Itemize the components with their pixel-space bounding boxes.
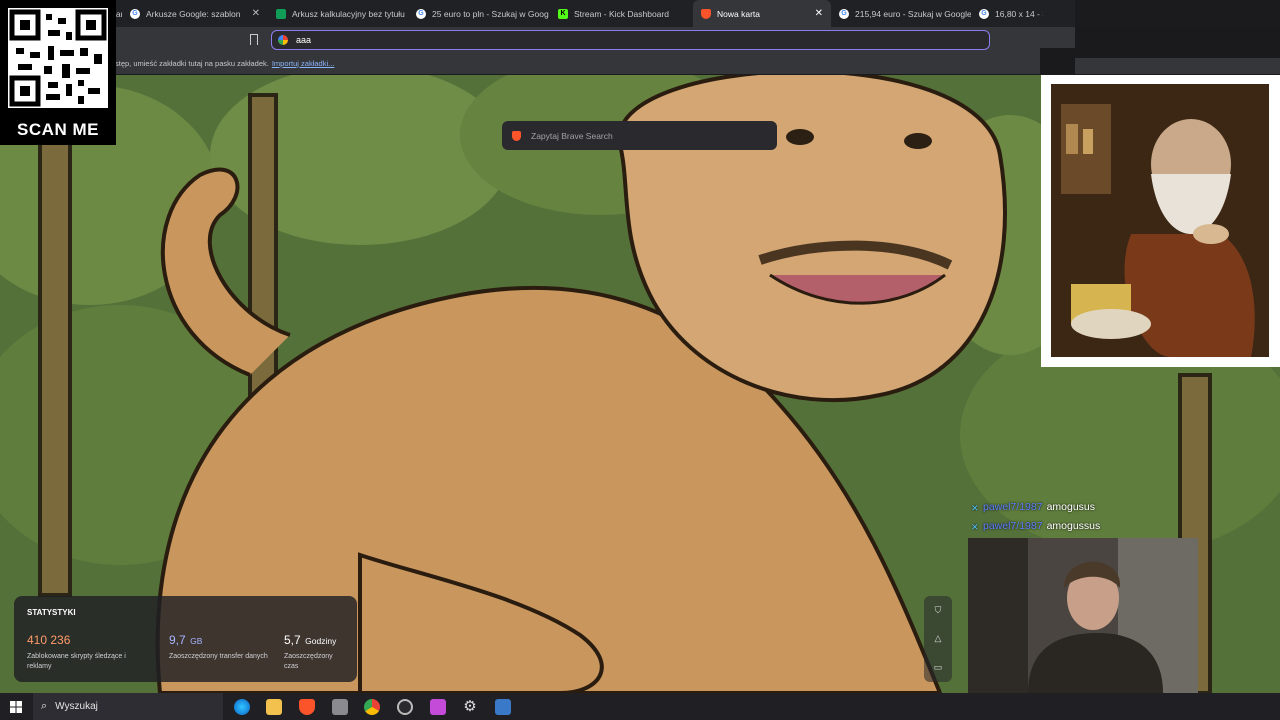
tab-nowa-karta[interactable]: Nowa karta ✕ (693, 0, 831, 27)
chat-text: amogusus (1046, 501, 1096, 513)
app-icon[interactable] (430, 699, 446, 715)
stat-value: 9,7 (169, 633, 186, 647)
google-icon: G (839, 8, 849, 19)
address-input[interactable] (296, 35, 896, 45)
tab-arkusze-szablon[interactable]: G Arkusze Google: szablon ✕ (122, 0, 268, 27)
close-icon[interactable]: ✕ (815, 8, 823, 19)
tab-label: 25 euro to pln - Szukaj w Goog (432, 8, 549, 19)
google-icon: G (979, 8, 989, 19)
tab-bar: lar m G Arkusze Google: szablon ✕ Arkusz… (0, 0, 1075, 27)
triangle-icon[interactable]: △ (935, 633, 942, 644)
tab-16-80[interactable]: G 16,80 x 14 - Sz (971, 0, 1043, 27)
brave-icon (512, 130, 521, 141)
stats-widget: STATYSTYKI 410 236 Zablokowane skrypty ś… (14, 596, 357, 682)
suggestion-text: Zapytaj Brave Search (531, 130, 613, 141)
moderator-badge-icon: ✕ (971, 522, 979, 532)
stat-description: Zaoszczędzony transfer danych (169, 653, 268, 660)
kick-icon: K (558, 8, 568, 19)
google-icon (278, 35, 288, 45)
brave-taskbar-icon[interactable] (299, 699, 315, 715)
stat-value: 410 236 (27, 633, 71, 647)
overlay-strip (1075, 58, 1280, 74)
stat-value: 5,7 (284, 633, 301, 647)
tab-kick-dashboard[interactable]: K Stream - Kick Dashboard (550, 0, 693, 27)
qr-overlay: SCAN ME (0, 0, 116, 145)
chat-username: pawel7/1987 (983, 520, 1043, 532)
stat-unit: Godziny (305, 636, 337, 646)
omnibox-suggestion[interactable]: Zapytaj Brave Search (502, 121, 777, 150)
shield-icon[interactable]: ⛉ (935, 605, 942, 616)
bookmarks-hint: stęp, umieść zakładki tutaj na pasku zak… (115, 58, 269, 68)
tab-label: Arkusze Google: szablon (146, 8, 241, 19)
brave-icon (701, 8, 711, 19)
tab-25-euro[interactable]: G 25 euro to pln - Szukaj w Goog (408, 0, 550, 27)
stat-description: Zablokowane skrypty śledzące i reklamy (27, 653, 126, 670)
google-icon: G (130, 8, 140, 19)
stat-trackers: 410 236 Zablokowane skrypty śledzące i r… (27, 631, 127, 672)
tab-215-euro[interactable]: G 215,94 euro - Szukaj w Google (831, 0, 971, 27)
screen: lar m G Arkusze Google: szablon ✕ Arkusz… (0, 0, 1280, 720)
qr-label: SCAN ME (17, 120, 99, 139)
taskbar-search[interactable]: ⌕ Wyszukaj (33, 693, 223, 720)
google-icon: G (416, 8, 426, 19)
bookmark-icon[interactable] (250, 34, 258, 45)
stats-title: STATYSTYKI (27, 608, 76, 617)
new-tab-side-controls: ⛉ △ ▭ (924, 596, 952, 682)
window-icon[interactable]: ▭ (934, 662, 943, 673)
stat-bandwidth: 9,7 GB Zaoszczędzony transfer danych (169, 631, 269, 662)
stat-unit: GB (190, 636, 203, 646)
search-placeholder: Wyszukaj (55, 701, 98, 712)
chat-message: ✕ pawel7/1987 amogussus (971, 520, 1100, 532)
address-bar[interactable] (271, 30, 990, 50)
obs-icon[interactable] (397, 699, 413, 715)
chat-username: pawel7/1987 (983, 501, 1043, 513)
chat-text: amogussus (1046, 520, 1101, 532)
toolbar-overlay (1075, 27, 1280, 48)
calculator-icon[interactable] (495, 699, 511, 715)
chat-message: ✕ pawel7/1987 amogusus (971, 501, 1095, 513)
windows-start-icon[interactable] (10, 701, 22, 713)
tab-label: 215,94 euro - Szukaj w Google (855, 8, 971, 19)
tab-arkusz-kalkulacyjny[interactable]: Arkusz kalkulacyjny bez tytułu (268, 0, 408, 27)
taskbar: ⌕ Wyszukaj ⚙ (0, 693, 1280, 720)
close-icon[interactable]: ✕ (252, 8, 260, 19)
stat-description: Zaoszczędzony czas (284, 653, 333, 670)
painting-image (1051, 84, 1269, 357)
tab-label: Arkusz kalkulacyjny bez tytułu (292, 8, 405, 19)
webcam-overlay (968, 538, 1198, 693)
stat-time: 5,7 Godziny Zaoszczędzony czas (284, 631, 344, 672)
bookmarks-bar: stęp, umieść zakładki tutaj na pasku zak… (0, 52, 1040, 74)
sheets-icon (276, 8, 286, 19)
settings-gear-icon[interactable]: ⚙ (462, 699, 478, 715)
tab-label: 16,80 x 14 - Sz (995, 8, 1043, 19)
chrome-icon[interactable] (364, 699, 380, 715)
edge-icon[interactable] (234, 699, 250, 715)
import-bookmarks-link[interactable]: Importuj zakładki... (272, 59, 335, 68)
tab-label: Nowa karta (717, 8, 760, 19)
search-icon: ⌕ (41, 700, 48, 712)
tab-label: Stream - Kick Dashboard (574, 8, 669, 19)
file-explorer-icon[interactable] (266, 699, 282, 715)
moderator-badge-icon: ✕ (971, 503, 979, 513)
qr-code (8, 8, 108, 108)
app-icon[interactable] (332, 699, 348, 715)
